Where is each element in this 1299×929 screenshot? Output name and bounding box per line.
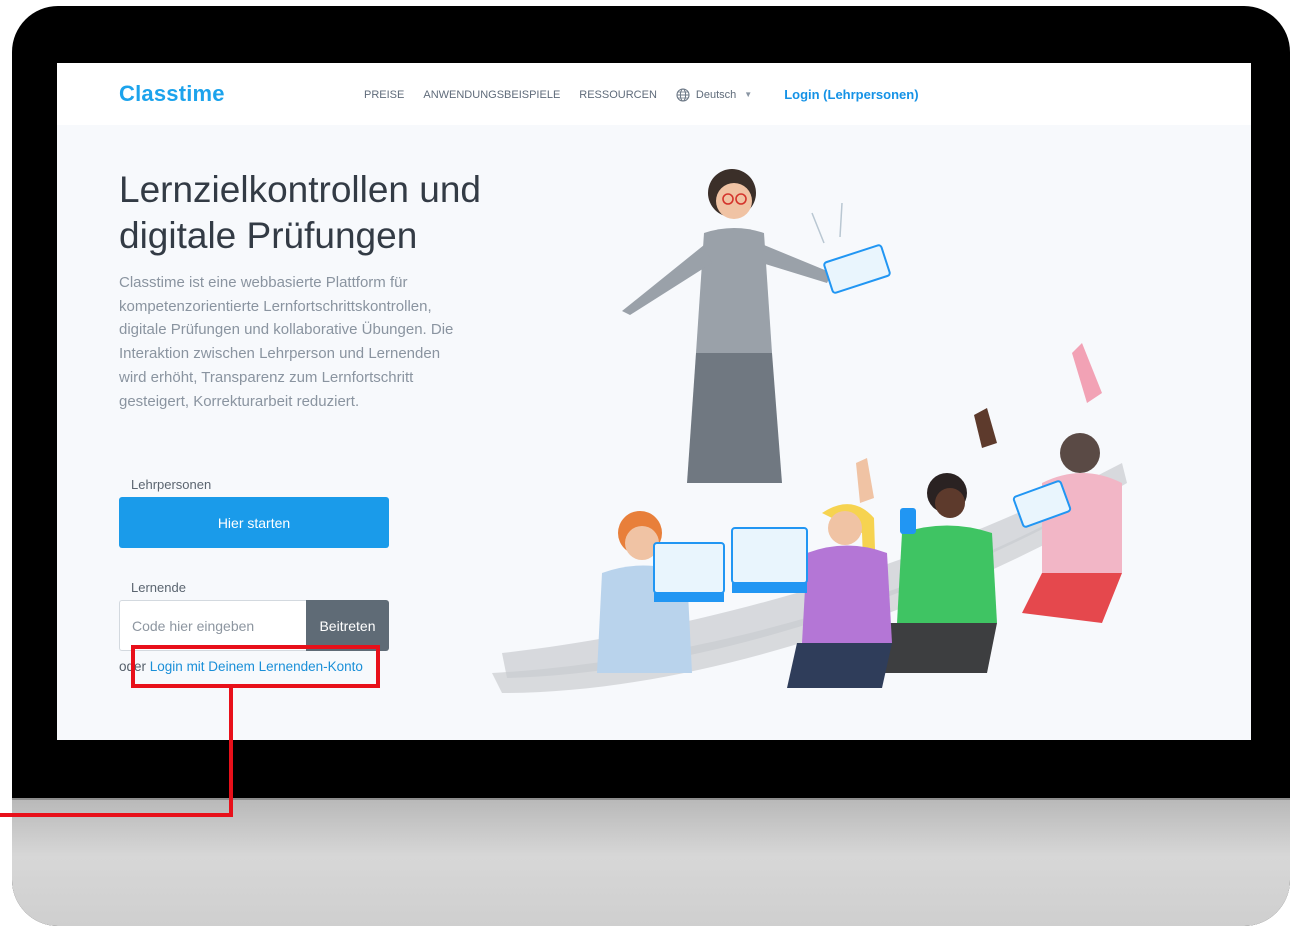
callout-line-horizontal	[0, 813, 233, 817]
page-title-line2: digitale Prüfungen	[119, 215, 418, 256]
globe-icon	[676, 87, 690, 102]
code-input[interactable]	[119, 600, 306, 651]
nav-menu: PREISE ANWENDUNGSBEISPIELE RESSOURCEN De…	[364, 87, 919, 102]
monitor-chin	[12, 800, 1290, 926]
join-button[interactable]: Beitreten	[306, 600, 389, 651]
classtime-logo[interactable]: Classtime	[119, 81, 225, 107]
hero-description: Classtime ist eine webbasierte Plattform…	[119, 274, 454, 410]
nav-item-anwendungsbeispiele[interactable]: ANWENDUNGSBEISPIELE	[423, 89, 560, 101]
browser-screen: Classtime PREISE ANWENDUNGSBEISPIELE RES…	[57, 63, 1251, 740]
callout-line-vertical	[229, 688, 233, 816]
nav-item-ressourcen[interactable]: RESSOURCEN	[579, 89, 657, 101]
classroom-illustration	[492, 169, 1127, 693]
students-label: Lernende	[131, 580, 186, 595]
language-selector[interactable]: Deutsch ▼	[676, 87, 753, 102]
teachers-label: Lehrpersonen	[131, 477, 212, 492]
nav-item-preise[interactable]: PREISE	[364, 89, 404, 101]
page-title-line1: Lernzielkontrollen und	[119, 169, 482, 210]
language-label: Deutsch	[695, 88, 737, 101]
highlight-box	[131, 645, 380, 688]
start-button[interactable]: Hier starten	[119, 497, 389, 548]
teacher-login-link[interactable]: Login (Lehrpersonen)	[784, 87, 918, 102]
chevron-down-icon: ▼	[744, 90, 753, 99]
top-navigation: Classtime PREISE ANWENDUNGSBEISPIELE RES…	[57, 63, 1251, 125]
